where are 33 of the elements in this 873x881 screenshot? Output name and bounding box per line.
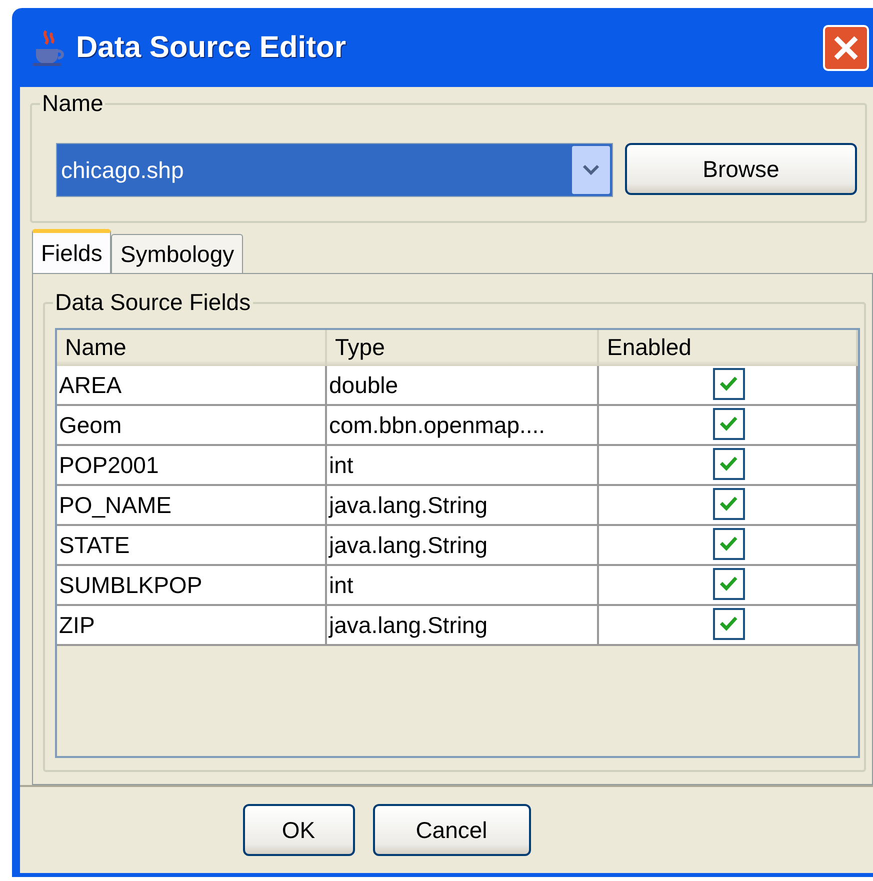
checkbox[interactable] xyxy=(712,608,744,640)
table-cell: int xyxy=(327,446,599,486)
table-cell: double xyxy=(327,366,599,406)
table-cell: com.bbn.openmap.... xyxy=(327,406,599,446)
table-cell: AREA xyxy=(57,366,327,406)
checkbox[interactable] xyxy=(712,448,744,480)
table-cell: int xyxy=(327,566,599,606)
coffee-cup-icon xyxy=(32,28,66,66)
table-cell: java.lang.String xyxy=(327,486,599,526)
ok-button[interactable]: OK xyxy=(242,804,354,856)
checkbox[interactable] xyxy=(712,528,744,560)
checkbox[interactable] xyxy=(712,368,744,400)
close-button[interactable] xyxy=(823,24,869,70)
checkbox[interactable] xyxy=(712,568,744,600)
tab[interactable]: Fields xyxy=(32,229,112,273)
checkbox[interactable] xyxy=(712,408,744,440)
column-header[interactable]: Name xyxy=(57,330,327,366)
browse-button[interactable]: Browse xyxy=(624,143,857,195)
window-title: Data Source Editor xyxy=(76,30,346,66)
name-combo-box[interactable]: chicago.shp xyxy=(56,143,613,197)
tab[interactable]: Symbology xyxy=(111,234,244,273)
column-header[interactable]: Enabled xyxy=(599,330,858,366)
table-cell: java.lang.String xyxy=(327,526,599,566)
table-cell: POP2001 xyxy=(57,446,327,486)
column-header[interactable]: Type xyxy=(327,330,599,366)
table-cell: ZIP xyxy=(57,606,327,646)
table-cell: SUMBLKPOP xyxy=(57,566,327,606)
table-cell: Geom xyxy=(57,406,327,446)
table-cell: STATE xyxy=(57,526,327,566)
table-cell: java.lang.String xyxy=(327,606,599,646)
checkbox[interactable] xyxy=(712,488,744,520)
cancel-button[interactable]: Cancel xyxy=(372,804,530,856)
table-cell: PO_NAME xyxy=(57,486,327,526)
